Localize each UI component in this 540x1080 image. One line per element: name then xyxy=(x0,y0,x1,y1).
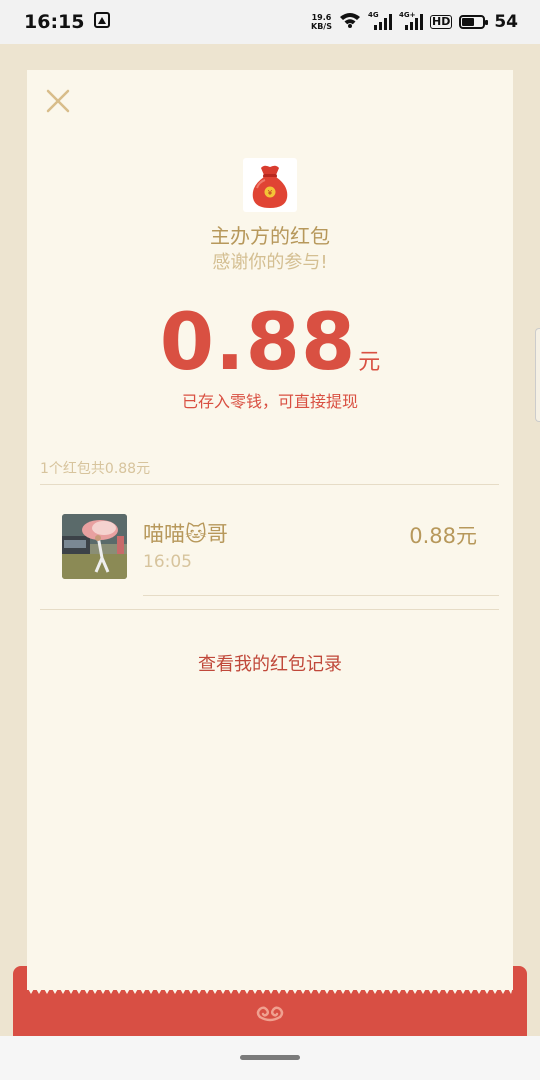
cloud-swirl-icon xyxy=(256,1006,284,1022)
red-money-bag-icon: ¥ xyxy=(243,158,297,212)
entry-divider xyxy=(143,595,499,596)
view-my-records-link[interactable]: 查看我的红包记录 xyxy=(27,650,513,676)
side-edge-handle[interactable] xyxy=(535,328,540,422)
list-item[interactable]: 喵喵🐱哥 16:05 0.88元 xyxy=(27,500,513,596)
card-zigzag-edge xyxy=(27,984,513,994)
status-left: 16:15 xyxy=(24,11,111,33)
network-speed: 19.6 KB/S xyxy=(311,13,332,31)
status-right: 19.6 KB/S 4G 4G+ HD 54 xyxy=(311,11,518,32)
wish-text: 感谢你的参与! xyxy=(212,252,328,273)
entry-name: 喵喵🐱哥 xyxy=(143,522,228,546)
notification-square-icon xyxy=(94,12,111,32)
red-packet-detail-card: ¥ 主办方的红包 感谢你的参与! 0.88元 已存入零钱，可直接提现 1个红包共… xyxy=(27,70,513,990)
close-button[interactable] xyxy=(42,85,74,117)
avatar[interactable] xyxy=(62,514,127,579)
entry-amount: 0.88元 xyxy=(409,524,477,548)
amount-value: 0.88 xyxy=(159,298,357,388)
wifi-icon xyxy=(339,12,361,32)
svg-text:¥: ¥ xyxy=(268,189,273,197)
battery-percent: 54 xyxy=(494,12,518,32)
close-icon xyxy=(46,89,70,113)
divider xyxy=(40,609,499,610)
battery-icon xyxy=(459,15,489,29)
cell-signal-icon-sim2: 4G+ xyxy=(399,11,423,31)
entry-time: 16:05 xyxy=(143,552,192,572)
home-indicator[interactable] xyxy=(240,1055,300,1060)
divider xyxy=(40,484,499,485)
status-bar: 16:15 19.6 KB/S 4G 4G+ HD 54 xyxy=(0,0,540,44)
saved-to-wallet-note: 已存入零钱，可直接提现 xyxy=(181,392,358,411)
battery-fill xyxy=(462,18,475,26)
network-speed-value: 19.6 xyxy=(311,13,332,22)
cell-signal-icon-sim1: 4G xyxy=(368,11,392,31)
network-speed-unit: KB/S xyxy=(311,22,332,31)
packet-summary: 1个红包共0.88元 xyxy=(40,461,151,477)
amount-display: 0.88元 xyxy=(27,298,513,388)
hd-badge: HD xyxy=(429,15,453,29)
status-time: 16:15 xyxy=(24,11,85,33)
sender-title: 主办方的红包 xyxy=(210,224,330,248)
system-nav-bar xyxy=(0,1036,540,1080)
amount-unit: 元 xyxy=(358,350,381,375)
